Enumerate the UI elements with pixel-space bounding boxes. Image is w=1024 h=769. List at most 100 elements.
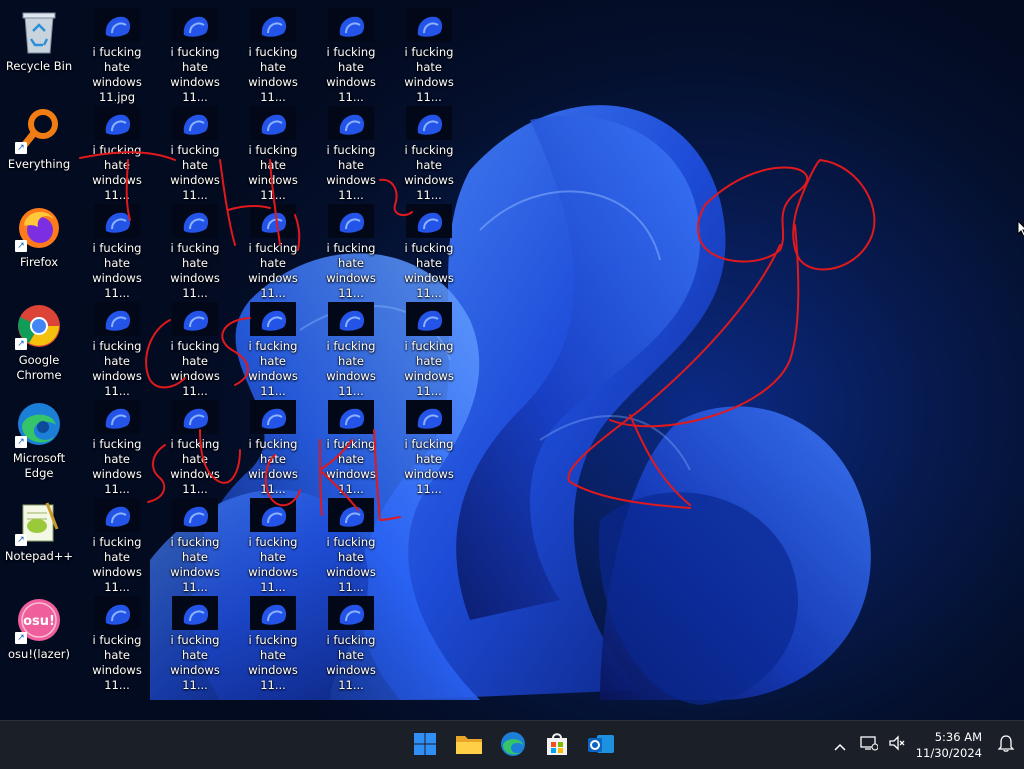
desktop-icon-image-file[interactable]: i fucking hate windows 11... (313, 400, 389, 496)
desktop-icon-image-file[interactable]: i fucking hate windows 11... (313, 106, 389, 202)
taskbar-pinned-apps (406, 725, 620, 763)
image-file-thumbnail-icon (249, 302, 297, 336)
desktop-icon-label: i fucking hate windows 11... (248, 535, 298, 594)
image-file-thumbnail-icon (93, 204, 141, 238)
desktop-icon-image-file[interactable]: i fucking hate windows 11... (391, 204, 467, 300)
image-file-thumbnail-icon (93, 106, 141, 140)
everything-icon: ↗ (15, 106, 63, 154)
image-file-thumbnail-icon (171, 400, 219, 434)
desktop-icon-label: i fucking hate windows 11... (170, 45, 220, 104)
desktop-icon-label: i fucking hate windows 11... (404, 339, 454, 398)
desktop-icon-label: i fucking hate windows 11... (248, 437, 298, 496)
outlook-taskbar-button[interactable] (582, 725, 620, 763)
desktop-icon-label: i fucking hate windows 11... (92, 143, 142, 202)
desktop-icon-label: i fucking hate windows 11... (170, 535, 220, 594)
desktop-icon-everything[interactable]: ↗ Everything (1, 106, 77, 202)
desktop-icon-label: i fucking hate windows 11... (92, 241, 142, 300)
desktop-icon-image-file[interactable]: i fucking hate windows 11... (235, 8, 311, 104)
desktop-icon-image-file[interactable]: i fucking hate windows 11... (79, 400, 155, 496)
desktop-icon-image-file[interactable]: i fucking hate windows 11... (235, 204, 311, 300)
start-button[interactable] (406, 725, 444, 763)
system-tray: 5:36 AM 11/30/2024 (830, 721, 1015, 769)
desktop-icon-label: Microsoft Edge (12, 451, 66, 480)
desktop-icon-image-file[interactable]: i fucking hate windows 11... (391, 302, 467, 398)
desktop-icon-image-file[interactable]: i fucking hate windows 11... (157, 106, 233, 202)
desktop-icon-image-file[interactable]: i fucking hate windows 11... (79, 302, 155, 398)
volume-button[interactable] (888, 735, 906, 755)
desktop-icon-image-file[interactable]: i fucking hate windows 11... (391, 8, 467, 104)
image-file-thumbnail-icon (93, 498, 141, 532)
notifications-button[interactable] (997, 734, 1015, 756)
desktop-icon-image-file[interactable]: i fucking hate windows 11... (157, 498, 233, 594)
desktop-icon-image-file[interactable]: i fucking hate windows 11... (391, 400, 467, 496)
store-icon (547, 733, 567, 755)
shortcut-arrow-icon: ↗ (15, 632, 27, 644)
desktop-icon-label: i fucking hate windows 11... (248, 143, 298, 202)
desktop-icon-image-file[interactable]: i fucking hate windows 11... (157, 204, 233, 300)
image-file-thumbnail-icon (327, 498, 375, 532)
desktop-icon-label: i fucking hate windows 11... (326, 535, 376, 594)
desktop-icon-label: Everything (7, 157, 71, 171)
bell-icon (997, 735, 1015, 752)
file-explorer-button[interactable] (450, 725, 488, 763)
desktop-icon-google-chrome[interactable]: ↗ Google Chrome (1, 302, 77, 398)
image-file-thumbnail-icon (327, 106, 375, 140)
image-file-thumbnail-icon (249, 8, 297, 42)
image-file-thumbnail-icon (405, 8, 453, 42)
desktop-icon-image-file[interactable]: i fucking hate windows 11... (157, 8, 233, 104)
desktop-icon-image-file[interactable]: i fucking hate windows 11... (157, 400, 233, 496)
show-hidden-icons-button[interactable] (830, 736, 850, 755)
desktop-icon-label: Google Chrome (16, 353, 62, 382)
desktop-icon-image-file[interactable]: i fucking hate windows 11... (235, 106, 311, 202)
desktop-icon-image-file[interactable]: i fucking hate windows 11... (79, 106, 155, 202)
desktop-icon-recycle-bin[interactable]: Recycle Bin (1, 8, 77, 104)
image-file-thumbnail-icon (327, 596, 375, 630)
image-file-thumbnail-icon (405, 204, 453, 238)
desktop-icon-image-file[interactable]: i fucking hate windows 11... (313, 8, 389, 104)
desktop-icon-image-file[interactable]: i fucking hate windows 11.jpg (79, 8, 155, 104)
edge-taskbar-button[interactable] (494, 725, 532, 763)
desktop-icon-image-file[interactable]: i fucking hate windows 11... (157, 302, 233, 398)
network-button[interactable] (860, 735, 879, 755)
desktop-icon-image-file[interactable]: i fucking hate windows 11... (235, 302, 311, 398)
image-file-thumbnail-icon (249, 596, 297, 630)
desktop-icon-label: i fucking hate windows 11... (404, 241, 454, 300)
image-file-thumbnail-icon (171, 498, 219, 532)
desktop-icon-label: i fucking hate windows 11... (92, 437, 142, 496)
desktop-icon-label: i fucking hate windows 11... (248, 633, 298, 692)
desktop-icon-label: i fucking hate windows 11... (326, 45, 376, 104)
volume-muted-icon (889, 735, 905, 751)
desktop-icon-label: i fucking hate windows 11... (326, 143, 376, 202)
desktop-icon-image-file[interactable]: i fucking hate windows 11... (79, 596, 155, 692)
image-file-thumbnail-icon (171, 8, 219, 42)
desktop-icon-label: Recycle Bin (5, 59, 73, 73)
desktop-icon-image-file[interactable]: i fucking hate windows 11... (313, 204, 389, 300)
desktop-icon-label: osu!(lazer) (8, 647, 70, 661)
shortcut-arrow-icon: ↗ (15, 436, 27, 448)
desktop-icon-microsoft-edge[interactable]: ↗ Microsoft Edge (1, 400, 77, 496)
image-file-thumbnail-icon (249, 400, 297, 434)
image-file-thumbnail-icon (249, 498, 297, 532)
clock-button[interactable]: 5:36 AM 11/30/2024 (916, 729, 982, 761)
desktop-icon-osu-lazer[interactable]: osu! ↗ osu!(lazer) (1, 596, 77, 692)
desktop-icon-image-file[interactable]: i fucking hate windows 11... (313, 596, 389, 692)
desktop-icon-image-file[interactable]: i fucking hate windows 11... (235, 498, 311, 594)
edge-icon: ↗ (15, 400, 63, 448)
desktop-icon-image-file[interactable]: i fucking hate windows 11... (79, 204, 155, 300)
store-taskbar-button[interactable] (538, 725, 576, 763)
desktop-icon-image-file[interactable]: i fucking hate windows 11... (235, 400, 311, 496)
desktop-icon-image-file[interactable]: i fucking hate windows 11... (235, 596, 311, 692)
desktop-icon-label: i fucking hate windows 11... (92, 339, 142, 398)
desktop-icon-label: i fucking hate windows 11... (404, 143, 454, 202)
desktop-icon-image-file[interactable]: i fucking hate windows 11... (313, 498, 389, 594)
desktop-icon-image-file[interactable]: i fucking hate windows 11... (79, 498, 155, 594)
desktop-icon-image-file[interactable]: i fucking hate windows 11... (391, 106, 467, 202)
image-file-thumbnail-icon (327, 204, 375, 238)
desktop-icon-label: i fucking hate windows 11... (170, 339, 220, 398)
desktop-icon-notepad-plus-plus[interactable]: ↗ Notepad++ (1, 498, 77, 594)
desktop-icon-image-file[interactable]: i fucking hate windows 11... (313, 302, 389, 398)
desktop-icon-firefox[interactable]: ↗ Firefox (1, 204, 77, 300)
desktop-icon-image-file[interactable]: i fucking hate windows 11... (157, 596, 233, 692)
image-file-thumbnail-icon (171, 204, 219, 238)
outlook-icon (588, 735, 614, 753)
